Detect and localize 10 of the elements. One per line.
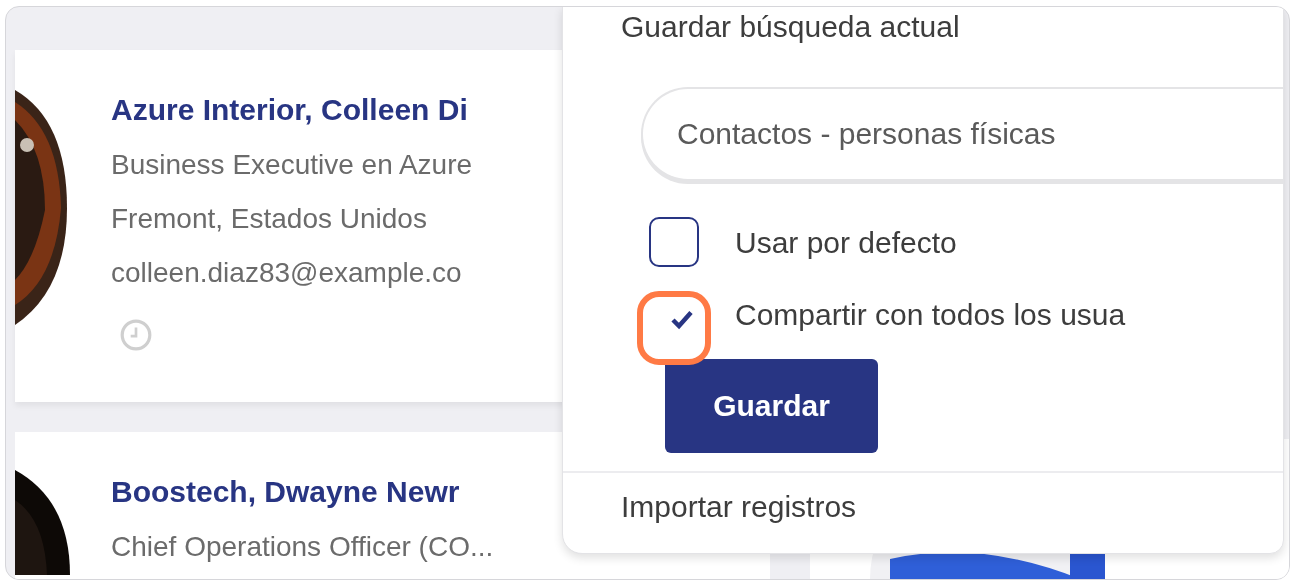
contact-name[interactable]: Boostech, Dwayne Newr bbox=[111, 472, 494, 512]
contact-detail: Fremont, Estados Unidos bbox=[111, 202, 428, 236]
search-name-field[interactable]: Contactos - personas físicas bbox=[641, 87, 1283, 181]
checkbox[interactable] bbox=[649, 217, 699, 267]
contact-detail: Chief Operations Officer (CO... bbox=[111, 530, 494, 564]
section-title: Guardar búsqueda actual bbox=[621, 9, 961, 45]
contact-name[interactable]: Azure Interior, Colleen Di bbox=[111, 90, 473, 130]
contact-detail: colleen.diaz83@example.co bbox=[111, 256, 463, 290]
save-button[interactable]: Guardar bbox=[665, 359, 878, 453]
contact-detail: Business Executive en Azure bbox=[111, 148, 473, 182]
